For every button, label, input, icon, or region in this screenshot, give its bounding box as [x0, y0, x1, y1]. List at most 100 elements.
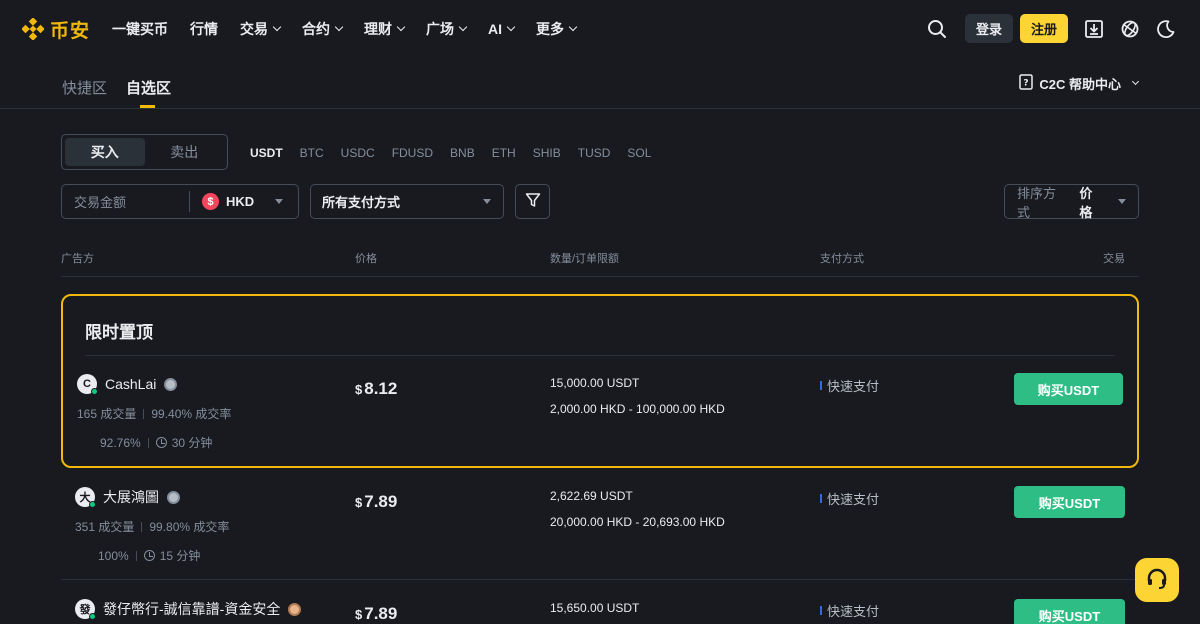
currency-sign: $ [355, 495, 363, 510]
buy-usdt-button[interactable]: 购买USDT [1014, 373, 1123, 405]
nav-item-label: 交易 [240, 21, 269, 37]
asset-tab-tusd[interactable]: TUSD [578, 146, 611, 160]
asset-tab-shib[interactable]: SHIB [533, 146, 561, 160]
col-advertiser: 广告方 [61, 253, 94, 265]
nav-item-7[interactable]: 更多 [536, 19, 578, 39]
sort-value: 价格 [1079, 185, 1093, 220]
payment-label: 快速支付 [827, 604, 880, 619]
headset-icon [1145, 567, 1169, 594]
completion-rate: 99.80% 成交率 [149, 520, 230, 534]
currency-value: HKD [226, 194, 255, 209]
search-icon[interactable] [925, 17, 949, 41]
limit-cell: 15,000.00 USDT 2,000.00 HKD - 100,000.00… [550, 377, 725, 415]
clock-icon [155, 437, 167, 448]
avatar[interactable]: 大 [75, 487, 96, 508]
caret-down-icon [1118, 199, 1126, 204]
support-chat-button[interactable] [1135, 558, 1179, 602]
asset-tab-usdt[interactable]: USDT [250, 146, 283, 160]
limit-cell: 15,650.00 USDT [550, 602, 639, 614]
amount-field: 交易金额 $ HKD [61, 184, 299, 219]
order-count: 351 成交量 [75, 520, 135, 534]
amount-input[interactable]: 交易金额 [62, 191, 190, 212]
price: $7.89 [355, 492, 397, 512]
buy-usdt-button[interactable]: 购买USDT [1014, 486, 1125, 518]
col-limit: 数量/订单限额 [550, 253, 620, 265]
nav-item-2[interactable]: 交易 [240, 19, 282, 39]
payment-method: 快速支付 [820, 376, 879, 395]
help-center-link[interactable]: ? C2C 帮助中心 [1019, 74, 1140, 93]
release-time: 30 分钟 [171, 436, 213, 450]
clock-icon [143, 550, 155, 561]
table-row: 發 發仔幣行-誠信靠譜-資金安全 $7.89 15,650.00 USDT 快速… [61, 599, 1139, 624]
chevron-down-icon [396, 22, 406, 32]
avatar[interactable]: C [77, 374, 98, 395]
buy-usdt-button[interactable]: 购买USDT [1014, 599, 1125, 624]
sub-tab-bar: 快捷区 自选区 ? C2C 帮助中心 [0, 58, 1200, 109]
advertiser-name[interactable]: 大展鴻圖 [103, 487, 159, 507]
row-divider [61, 579, 1139, 580]
divider [147, 437, 149, 448]
payment-method-value: 所有支付方式 [322, 195, 401, 210]
nav-item-label: AI [488, 21, 503, 37]
register-button[interactable]: 注册 [1019, 14, 1068, 43]
currency-sign: $ [355, 382, 363, 397]
buy-tab[interactable]: 买入 [65, 138, 145, 166]
help-center-label: C2C 帮助中心 [1039, 77, 1121, 92]
price: $8.12 [355, 379, 397, 399]
nav-item-5[interactable]: 广场 [426, 19, 468, 39]
payment-method-select[interactable]: 所有支付方式 [310, 184, 504, 219]
login-button[interactable]: 登录 [964, 14, 1013, 43]
asset-tab-usdc[interactable]: USDC [341, 146, 375, 160]
avatar-letter: C [83, 378, 91, 390]
nav-item-label: 一键买币 [112, 21, 169, 37]
advertiser-cell: 發 發仔幣行-誠信靠譜-資金安全 [75, 599, 302, 620]
table-row: 大 大展鴻圖 351 成交量 99.80% 成交率 100% 15 分钟 $7.… [61, 486, 1139, 567]
asset-tab-sol[interactable]: SOL [627, 146, 651, 160]
asset-tab-btc[interactable]: BTC [300, 146, 324, 160]
chevron-down-icon [334, 22, 344, 32]
moon-icon[interactable] [1154, 17, 1178, 41]
nav-item-4[interactable]: 理财 [364, 19, 406, 39]
completion-rate: 99.40% 成交率 [151, 407, 232, 421]
release-time: 15 分钟 [159, 549, 201, 563]
asset-tab-bnb[interactable]: BNB [450, 146, 475, 160]
tab-p2p[interactable]: 自选区 [126, 77, 171, 98]
price-value: 8.12 [364, 379, 398, 398]
advertiser-name[interactable]: 發仔幣行-誠信靠譜-資金安全 [103, 599, 280, 619]
payment-method: 快速支付 [820, 601, 879, 620]
payment-method: 快速支付 [820, 489, 879, 508]
chevron-down-icon [506, 22, 516, 32]
divider [143, 408, 145, 419]
advertiser-name[interactable]: CashLai [105, 376, 156, 392]
nav-item-label: 广场 [426, 21, 455, 37]
download-icon[interactable] [1082, 17, 1106, 41]
sort-label: 排序方式 [1017, 185, 1057, 220]
sell-tab[interactable]: 卖出 [145, 138, 225, 166]
top-nav: 币安 一键买币 行情 交易 合约 理财 广场 AI 更多 登录 注册 [0, 0, 1200, 58]
caret-down-icon [275, 199, 284, 204]
available-amount: 15,650.00 USDT [550, 601, 640, 615]
globe-icon[interactable] [1118, 17, 1142, 41]
payment-color-bar [820, 494, 822, 503]
sort-select[interactable]: 排序方式 价格 [1004, 184, 1139, 220]
nav-item-0[interactable]: 一键买币 [112, 19, 168, 39]
col-price: 价格 [355, 253, 377, 265]
payment-label: 快速支付 [827, 379, 880, 394]
online-status-dot [91, 388, 98, 395]
online-status-dot [89, 501, 96, 508]
col-payment: 支付方式 [820, 253, 864, 265]
tab-quick[interactable]: 快捷区 [62, 77, 107, 98]
currency-select[interactable]: $ HKD [190, 193, 284, 210]
asset-tab-eth[interactable]: ETH [492, 146, 516, 160]
asset-tab-fdusd[interactable]: FDUSD [392, 146, 433, 160]
filter-button[interactable] [515, 184, 550, 219]
nav-item-3[interactable]: 合约 [302, 19, 344, 39]
buy-sell-toggle: 买入 卖出 [61, 134, 228, 170]
avatar[interactable]: 發 [75, 599, 96, 620]
currency-icon: $ [202, 193, 219, 210]
logo[interactable]: 币安 [22, 16, 90, 43]
active-tab-indicator [140, 105, 155, 108]
nav-item-6[interactable]: AI [488, 21, 516, 37]
chevron-down-icon [568, 22, 578, 32]
nav-item-1[interactable]: 行情 [190, 19, 218, 39]
